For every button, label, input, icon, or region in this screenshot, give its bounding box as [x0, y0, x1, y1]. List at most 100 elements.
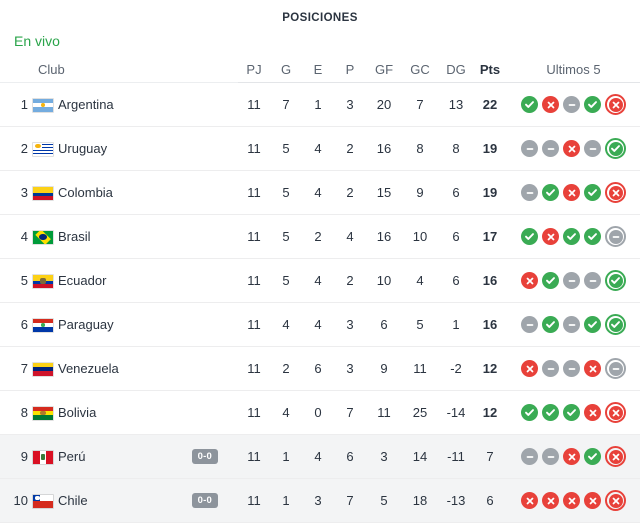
page-title: POSICIONES — [282, 12, 358, 24]
table-row[interactable]: 10 Chile 0-0 11 1 3 7 5 18 -13 6 — [0, 478, 640, 523]
table-row[interactable]: 5 Ecuador 11 5 4 2 10 4 6 16 — [0, 259, 640, 303]
table-row[interactable]: 6 Paraguay 11 4 4 3 6 5 1 16 — [0, 303, 640, 347]
header-last5: Ultimos 5 — [506, 56, 640, 83]
team-name: Argentina — [58, 97, 114, 112]
gc-cell: 11 — [413, 361, 427, 376]
table-row[interactable]: 3 Colombia 11 5 4 2 15 9 6 19 — [0, 171, 640, 215]
g-cell: 5 — [282, 185, 290, 200]
pts-cell: 12 — [482, 361, 498, 376]
e-cell: 4 — [314, 449, 322, 464]
table-row[interactable]: 9 Perú 0-0 11 1 4 6 3 14 -11 7 — [0, 434, 640, 479]
e-cell: 6 — [314, 361, 322, 376]
result-win-icon-latest — [605, 138, 626, 159]
table-row[interactable]: 7 Venezuela 11 2 6 3 9 11 -2 12 — [0, 347, 640, 391]
last5-cell — [506, 259, 640, 303]
team-name-cell[interactable]: Ecuador — [58, 259, 238, 303]
gc-cell: 9 — [416, 185, 424, 200]
result-draw-icon-latest — [605, 358, 626, 379]
e-cell: 2 — [314, 229, 322, 244]
header-dg[interactable]: DG — [438, 56, 474, 83]
header-pts[interactable]: Pts — [474, 56, 506, 83]
pts-cell: 16 — [482, 273, 498, 288]
team-name-cell[interactable]: Venezuela — [58, 347, 238, 391]
dg-cell: 6 — [452, 229, 460, 244]
team-flag-cell — [28, 479, 58, 523]
team-name-cell[interactable]: Brasil — [58, 215, 238, 259]
rank-cell: 2 — [20, 141, 28, 156]
table-row[interactable]: 2 Uruguay 11 5 4 2 16 8 8 19 — [0, 127, 640, 171]
team-name-cell[interactable]: Perú 0-0 — [58, 435, 238, 479]
gf-cell: 16 — [376, 229, 392, 244]
p-cell: 6 — [346, 449, 354, 464]
gf-cell: 11 — [377, 405, 391, 420]
team-name-cell[interactable]: Uruguay — [58, 127, 238, 171]
p-cell: 3 — [346, 97, 354, 112]
team-name-cell[interactable]: Paraguay — [58, 303, 238, 347]
team-flag-cell — [28, 259, 58, 303]
last5-cell — [506, 391, 640, 435]
e-cell: 0 — [314, 405, 322, 420]
team-name-cell[interactable]: Chile 0-0 — [58, 479, 238, 523]
result-draw-icon — [563, 272, 580, 289]
g-cell: 4 — [282, 317, 290, 332]
result-win-icon — [521, 228, 538, 245]
gf-cell: 3 — [380, 449, 388, 464]
result-win-icon — [542, 184, 559, 201]
rank-cell: 5 — [20, 273, 28, 288]
g-cell: 5 — [282, 229, 290, 244]
team-name: Colombia — [58, 185, 113, 200]
header-gc[interactable]: GC — [402, 56, 438, 83]
result-loss-icon — [542, 492, 559, 509]
live-score-badge: 0-0 — [191, 493, 218, 508]
team-name: Chile — [58, 493, 88, 508]
table-row[interactable]: 4 Brasil 11 5 2 4 16 10 6 17 — [0, 215, 640, 259]
last5-cell — [506, 215, 640, 259]
p-cell: 2 — [346, 273, 354, 288]
p-cell: 3 — [346, 361, 354, 376]
p-cell: 7 — [346, 493, 354, 508]
table-row[interactable]: 1 Argentina 11 7 1 3 20 7 13 22 — [0, 83, 640, 127]
pj-cell: 11 — [247, 141, 261, 156]
dg-cell: 8 — [452, 141, 460, 156]
dg-cell: -14 — [446, 405, 466, 420]
rank-cell: 10 — [13, 493, 28, 508]
flag-bolivia-icon — [32, 405, 54, 421]
team-name: Venezuela — [58, 361, 119, 376]
team-name-cell[interactable]: Colombia — [58, 171, 238, 215]
g-cell: 2 — [282, 361, 290, 376]
result-draw-icon — [542, 360, 559, 377]
g-cell: 7 — [282, 97, 290, 112]
header-pj[interactable]: PJ — [238, 56, 270, 83]
result-loss-icon-latest — [605, 182, 626, 203]
pj-cell: 11 — [247, 185, 261, 200]
last5-cell — [506, 171, 640, 215]
result-loss-icon-latest — [605, 446, 626, 467]
p-cell: 4 — [346, 229, 354, 244]
result-draw-icon — [521, 448, 538, 465]
g-cell: 1 — [282, 493, 290, 508]
result-loss-icon — [521, 272, 538, 289]
result-loss-icon — [521, 360, 538, 377]
gf-cell: 16 — [376, 141, 392, 156]
pts-cell: 22 — [482, 97, 498, 112]
pts-cell: 6 — [486, 493, 494, 508]
flag-ecuador-icon — [32, 273, 54, 289]
result-loss-icon — [584, 492, 601, 509]
g-cell: 1 — [282, 449, 290, 464]
flag-brasil-icon — [32, 229, 54, 245]
p-cell: 7 — [346, 405, 354, 420]
flag-uruguay-icon — [32, 141, 54, 157]
team-name-cell[interactable]: Bolivia — [58, 391, 238, 435]
header-p[interactable]: P — [334, 56, 366, 83]
e-cell: 4 — [314, 185, 322, 200]
header-g[interactable]: G — [270, 56, 302, 83]
header-gf[interactable]: GF — [366, 56, 402, 83]
rank-cell: 4 — [20, 229, 28, 244]
rank-cell: 7 — [20, 361, 28, 376]
header-e[interactable]: E — [302, 56, 334, 83]
team-name-cell[interactable]: Argentina — [58, 83, 238, 127]
team-flag-cell — [28, 171, 58, 215]
table-row[interactable]: 8 Bolivia 11 4 0 7 11 25 -14 12 — [0, 391, 640, 435]
team-name: Brasil — [58, 229, 91, 244]
g-cell: 5 — [282, 141, 290, 156]
